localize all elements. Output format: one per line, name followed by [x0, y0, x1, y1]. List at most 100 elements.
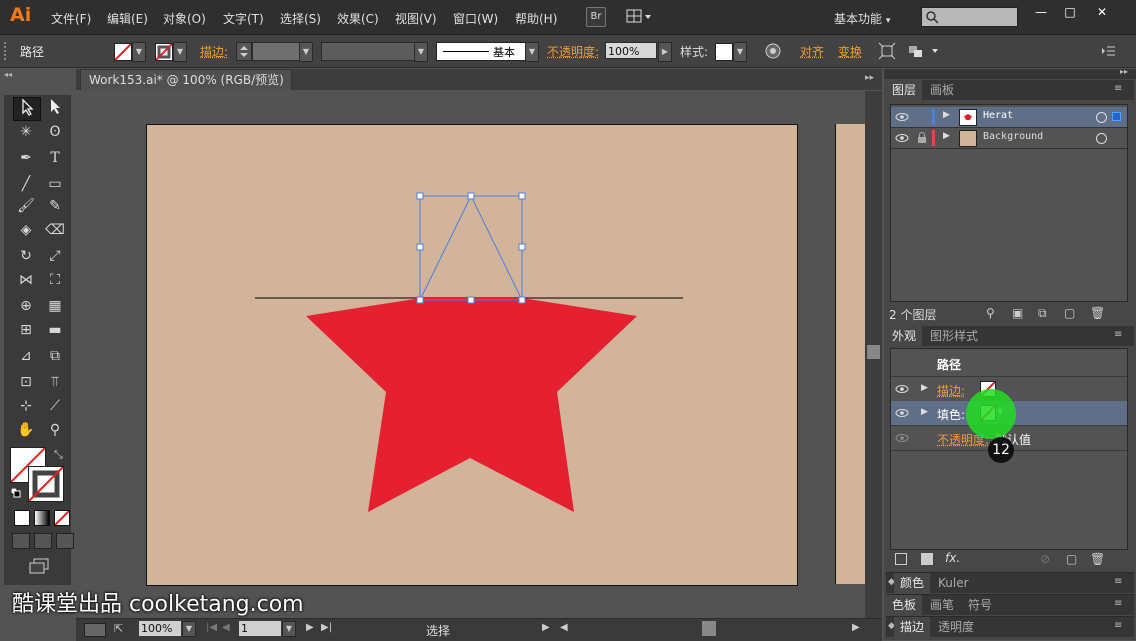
opacity-field[interactable]: 100% [605, 42, 657, 59]
visibility-eye-icon[interactable] [895, 382, 909, 396]
eyedropper-tool-icon[interactable]: ⊿ [13, 345, 39, 367]
handle-top-center[interactable] [467, 192, 475, 200]
vertical-scroll-thumb[interactable] [867, 345, 880, 359]
transform-link[interactable]: 变换 [838, 43, 862, 60]
direct-selection-tool-icon[interactable] [42, 97, 68, 119]
graphic-style-dropdown[interactable]: ▼ [733, 42, 747, 62]
align-link[interactable]: 对齐 [800, 43, 824, 60]
screen-mode-icon[interactable] [28, 558, 50, 574]
menu-select[interactable]: 选择(S) [280, 10, 321, 27]
eraser-tool-icon[interactable]: ⌫ [42, 219, 68, 241]
graphic-style-swatch[interactable] [715, 43, 733, 61]
lasso-tool-icon[interactable]: ʘ [42, 121, 68, 143]
color-mode-button[interactable] [14, 510, 30, 526]
menu-effect[interactable]: 效果(C) [337, 10, 379, 27]
pencil-tool-icon[interactable]: ✎ [42, 195, 68, 217]
selection-indicator[interactable] [1112, 112, 1121, 121]
blob-brush-tool-icon[interactable]: ◈ [13, 219, 39, 241]
draw-normal-icon[interactable] [12, 533, 30, 549]
magic-wand-tool-icon[interactable]: ✳ [13, 121, 39, 143]
hand-tool-icon[interactable]: ✋ [13, 419, 39, 441]
artboard-tool-icon[interactable]: ⊹ [13, 395, 39, 417]
handle-top-left[interactable] [416, 192, 424, 200]
shape-builder-tool-icon[interactable]: ⊕ [13, 295, 39, 317]
add-new-effect-icon[interactable]: fx. [945, 551, 960, 565]
stroke-panel-menu-icon[interactable]: ≡ [1114, 620, 1122, 631]
new-layer-icon[interactable]: ▢ [1064, 306, 1075, 320]
vertical-scrollbar[interactable] [865, 91, 882, 618]
stroke-weight-field[interactable] [252, 42, 300, 61]
status-menu-arrow[interactable]: ▶ [542, 622, 550, 633]
target-icon[interactable] [1096, 133, 1107, 144]
handle-middle-right[interactable] [518, 243, 526, 251]
menu-file[interactable]: 文件(F) [51, 10, 91, 27]
layer-name[interactable]: Background [983, 131, 1043, 142]
layer-row-herat[interactable]: ▶ Herat [891, 107, 1127, 128]
visibility-eye-icon[interactable] [895, 131, 909, 145]
scale-tool-icon[interactable]: ⤢ [42, 245, 68, 267]
fill-dropdown[interactable]: ▼ [132, 42, 146, 62]
last-artboard-button[interactable]: ▶| [321, 622, 332, 633]
tab-transparency[interactable]: 透明度 [932, 617, 980, 637]
column-graph-tool-icon[interactable]: ⫪ [42, 371, 68, 393]
expand-layer-icon[interactable]: ▶ [943, 110, 950, 120]
expand-fill-icon[interactable]: ▶ [921, 407, 928, 417]
tab-symbols[interactable]: 符号 [962, 595, 998, 615]
default-fill-stroke-icon[interactable] [10, 487, 21, 498]
paintbrush-tool-icon[interactable]: 🖌 [13, 195, 39, 217]
workspace-switcher[interactable]: 基本功能 ▾ [834, 10, 890, 27]
visibility-eye-icon[interactable] [895, 431, 909, 445]
menu-type[interactable]: 文字(T) [223, 10, 264, 27]
search-input[interactable] [921, 7, 1018, 27]
tab-appearance[interactable]: 外观 [886, 326, 923, 346]
stroke-weight-stepper[interactable] [236, 42, 252, 61]
red-star-shape[interactable] [306, 298, 637, 512]
tab-layers[interactable]: 图层 [886, 80, 923, 100]
visibility-eye-icon[interactable] [895, 110, 909, 124]
zoom-tool-icon[interactable]: ⚲ [42, 419, 68, 441]
tab-graphic-styles[interactable]: 图形样式 [924, 326, 984, 346]
menu-window[interactable]: 窗口(W) [453, 10, 498, 27]
handle-bottom-right[interactable] [518, 296, 526, 304]
appearance-panel-menu-icon[interactable]: ≡ [1114, 329, 1122, 340]
toolbar-collapse-icon[interactable]: ◂◂ [4, 70, 71, 80]
artboard-secondary[interactable] [835, 124, 866, 584]
stroke-weight-dropdown[interactable]: ▼ [299, 42, 313, 62]
variable-width-dropdown[interactable]: ▼ [414, 42, 428, 62]
close-window-button[interactable]: ✕ [1090, 3, 1114, 21]
tab-stroke[interactable]: 描边 [894, 617, 931, 637]
expand-stroke-icon[interactable]: ▶ [921, 383, 928, 393]
gradient-tool-icon[interactable]: ▬ [42, 319, 68, 341]
duplicate-item-icon[interactable]: ▢ [1066, 552, 1077, 566]
handle-top-right[interactable] [518, 192, 526, 200]
layer-row-background[interactable]: ▶ Background [891, 128, 1127, 149]
make-clipping-mask-icon[interactable]: ▣ [1012, 306, 1023, 320]
create-sublayer-icon[interactable]: ⧉ [1038, 306, 1047, 321]
perspective-grid-tool-icon[interactable]: ▦ [42, 295, 68, 317]
recolor-artwork-icon[interactable] [765, 43, 781, 59]
clear-appearance-icon[interactable]: ⊘ [1040, 552, 1050, 566]
first-artboard-button[interactable]: |◀ [206, 622, 217, 633]
stroke-attribute-label[interactable]: 描边: [937, 382, 965, 399]
brush-definition[interactable]: 基本 [436, 42, 526, 61]
opacity-dropdown[interactable]: ▶ [658, 42, 672, 62]
add-new-stroke-icon[interactable] [895, 553, 907, 565]
stroke-dropdown[interactable]: ▼ [173, 42, 187, 62]
handle-middle-left[interactable] [416, 243, 424, 251]
handle-bottom-center[interactable] [467, 296, 475, 304]
document-tab[interactable]: Work153.ai* @ 100% (RGB/预览) [80, 69, 292, 90]
menu-object[interactable]: 对象(O) [163, 10, 206, 27]
control-panel-menu-icon[interactable] [1100, 44, 1116, 58]
zoom-dropdown[interactable]: ▼ [182, 621, 196, 637]
zoom-field[interactable]: 100% [139, 621, 181, 636]
document-collapse-icon[interactable]: ▸▸ [865, 73, 874, 83]
none-mode-button[interactable] [54, 510, 70, 526]
expand-layer-icon[interactable]: ▶ [943, 131, 950, 141]
status-icon[interactable] [84, 623, 106, 637]
type-tool-icon[interactable]: T [42, 147, 68, 169]
color-panel-menu-icon[interactable]: ≡ [1114, 576, 1122, 587]
isolate-selected-icon[interactable] [878, 42, 896, 60]
menu-view[interactable]: 视图(V) [395, 10, 437, 27]
control-bar-grip[interactable] [4, 42, 10, 60]
tab-color[interactable]: 颜色 [894, 573, 931, 593]
